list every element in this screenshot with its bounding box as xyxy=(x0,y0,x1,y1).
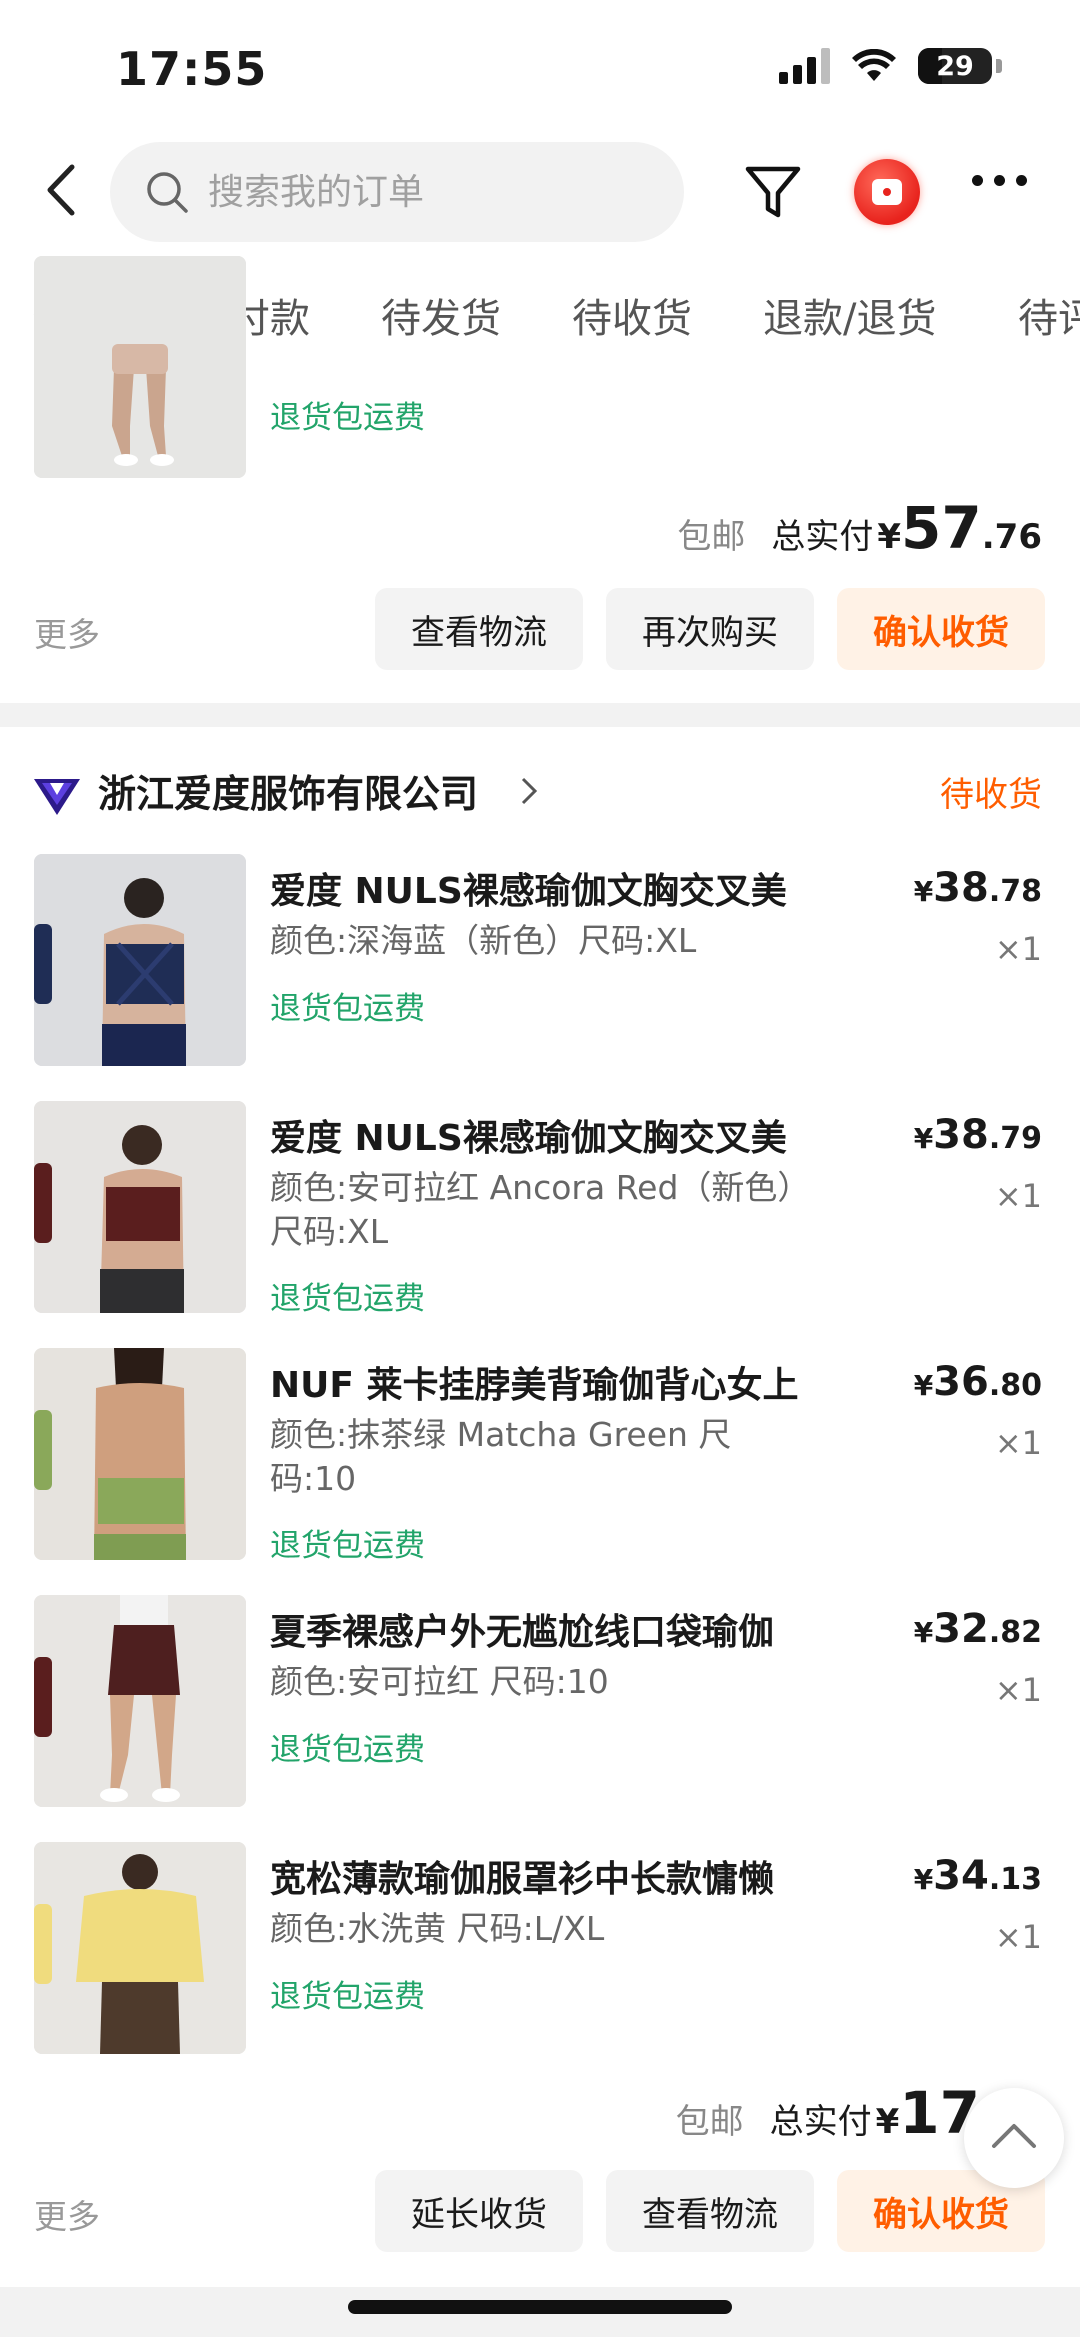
home-indicator[interactable] xyxy=(348,2300,732,2314)
order-total: 包邮 总实付 ¥ 17 xyxy=(676,2079,980,2147)
product-price: ¥36.80 xyxy=(913,1359,1042,1405)
return-shipping-tag: 退货包运费 xyxy=(270,991,425,1027)
product-thumbnail[interactable] xyxy=(34,256,246,478)
product-quantity: ×1 xyxy=(994,1918,1042,1956)
product-title[interactable]: 夏季裸感户外无尴尬线口袋瑜伽 xyxy=(270,1603,774,1655)
battery-icon: 29 xyxy=(918,48,992,84)
product-spec: 颜色:安可拉红 尺码:10 xyxy=(270,1662,609,1701)
red-envelope-icon[interactable] xyxy=(854,159,920,225)
status-time: 17:55 xyxy=(116,42,268,96)
product-price: ¥38.79 xyxy=(913,1112,1042,1158)
return-shipping-tag: 退货包运费 xyxy=(270,1281,425,1317)
confirm-receipt-button[interactable]: 确认收货 xyxy=(837,588,1045,670)
product-spec: 颜色:水洗黄 尺码:L/XL xyxy=(270,1909,605,1948)
order-status: 待收货 xyxy=(940,775,1042,815)
total-integer: 57 xyxy=(901,494,982,562)
shop-logo-icon xyxy=(34,779,80,815)
product-quantity: ×1 xyxy=(994,1177,1042,1215)
tab-pending-receipt[interactable]: 待收货 xyxy=(572,286,692,344)
more-icon[interactable] xyxy=(972,175,1027,186)
total-label: 总实付 xyxy=(771,517,874,557)
product-title[interactable]: NUF 莱卡挂脖美背瑜伽背心女上 xyxy=(270,1356,799,1408)
extend-receipt-button[interactable]: 延长收货 xyxy=(375,2170,583,2252)
product-price: ¥38.78 xyxy=(913,865,1042,911)
return-shipping-tag: 退货包运费 xyxy=(270,400,425,436)
tab-pending-review[interactable]: 待评价 xyxy=(1018,286,1080,344)
return-shipping-tag: 退货包运费 xyxy=(270,1528,425,1564)
back-icon[interactable] xyxy=(38,157,88,223)
free-shipping-label: 包邮 xyxy=(675,2102,744,2142)
view-logistics-button[interactable]: 查看物流 xyxy=(606,2170,814,2252)
product-quantity: ×1 xyxy=(994,1671,1042,1709)
product-title[interactable]: 爱度 NULS裸感瑜伽文胸交叉美 xyxy=(270,1109,787,1161)
total-label: 总实付 xyxy=(769,2102,872,2142)
wifi-icon xyxy=(852,49,896,81)
search-icon xyxy=(147,172,188,213)
product-spec: 颜色:深海蓝（新色）尺码:XL xyxy=(270,921,697,960)
return-shipping-tag: 退货包运费 xyxy=(270,1979,425,2015)
search-bar[interactable] xyxy=(110,142,684,242)
battery-level: 29 xyxy=(936,50,974,82)
total-currency: ¥ xyxy=(875,2102,900,2142)
free-shipping-label: 包邮 xyxy=(677,517,746,557)
more-link[interactable]: 更多 xyxy=(34,2190,100,2238)
product-title[interactable]: 爱度 NULS裸感瑜伽文胸交叉美 xyxy=(270,862,787,914)
order-total: 包邮 总实付 ¥ 57 .76 xyxy=(677,494,1042,562)
scroll-top-button[interactable] xyxy=(964,2088,1064,2188)
product-thumbnail[interactable] xyxy=(34,854,246,1066)
buy-again-button[interactable]: 再次购买 xyxy=(606,588,814,670)
product-thumbnail[interactable] xyxy=(34,1101,246,1313)
product-price: ¥34.13 xyxy=(913,1853,1042,1899)
order-card: 浙江爱度服饰有限公司 待收货 爱度 NULS裸感瑜伽文胸交叉美 颜色:深海蓝（新… xyxy=(0,727,1080,2287)
product-quantity: ×1 xyxy=(994,1424,1042,1462)
tab-pending-shipment[interactable]: 待发货 xyxy=(381,286,501,344)
product-thumbnail[interactable] xyxy=(34,1595,246,1807)
shop-name[interactable]: 浙江爱度服饰有限公司 xyxy=(98,763,478,818)
product-spec: 颜色:抹茶绿 Matcha Green 尺码:10 xyxy=(270,1415,732,1498)
return-shipping-tag: 退货包运费 xyxy=(270,1732,425,1768)
tab-refund[interactable]: 退款/退货 xyxy=(763,286,936,344)
product-spec: 颜色:安可拉红 Ancora Red（新色）尺码:XL xyxy=(270,1168,811,1251)
product-title[interactable]: 宽松薄款瑜伽服罩衫中长款慵懒 xyxy=(270,1850,774,1902)
status-icons: 29 xyxy=(779,48,1002,84)
search-input[interactable] xyxy=(206,170,650,214)
product-price: ¥32.82 xyxy=(913,1606,1042,1652)
total-decimal: .76 xyxy=(981,517,1042,557)
chevron-right-icon[interactable] xyxy=(520,775,538,807)
signal-icon xyxy=(779,48,830,84)
scroll-top-icon xyxy=(992,2124,1036,2148)
header xyxy=(0,135,1080,250)
product-thumbnail[interactable] xyxy=(34,1348,246,1560)
order-card: 退货包运费 包邮 总实付 ¥ 57 .76 更多 查看物流 再次购买 确认收货 xyxy=(0,256,1080,703)
filter-icon[interactable] xyxy=(740,159,806,225)
more-link[interactable]: 更多 xyxy=(34,608,100,656)
product-thumbnail[interactable] xyxy=(34,1842,246,2054)
total-currency: ¥ xyxy=(877,517,902,557)
product-quantity: ×1 xyxy=(994,930,1042,968)
view-logistics-button[interactable]: 查看物流 xyxy=(375,588,583,670)
status-bar: 17:55 29 xyxy=(0,0,1080,135)
